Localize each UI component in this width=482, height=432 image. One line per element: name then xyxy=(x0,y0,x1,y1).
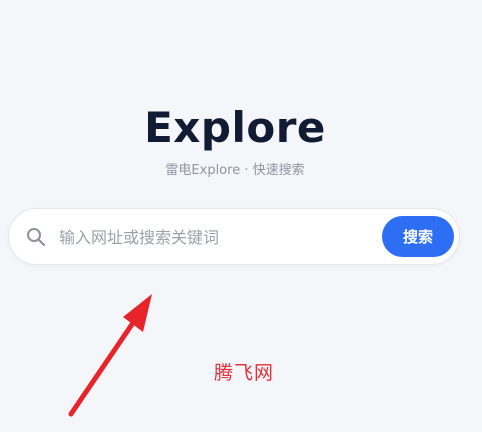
search-icon xyxy=(26,227,46,247)
watermark-text: 腾飞网 xyxy=(214,362,275,384)
page-title: Explore xyxy=(144,103,326,152)
search-button[interactable]: 搜索 xyxy=(382,216,454,257)
search-bar: 搜索 xyxy=(8,208,460,265)
page-subtitle: 雷电Explore · 快速搜索 xyxy=(165,163,305,178)
search-input[interactable] xyxy=(59,217,379,257)
